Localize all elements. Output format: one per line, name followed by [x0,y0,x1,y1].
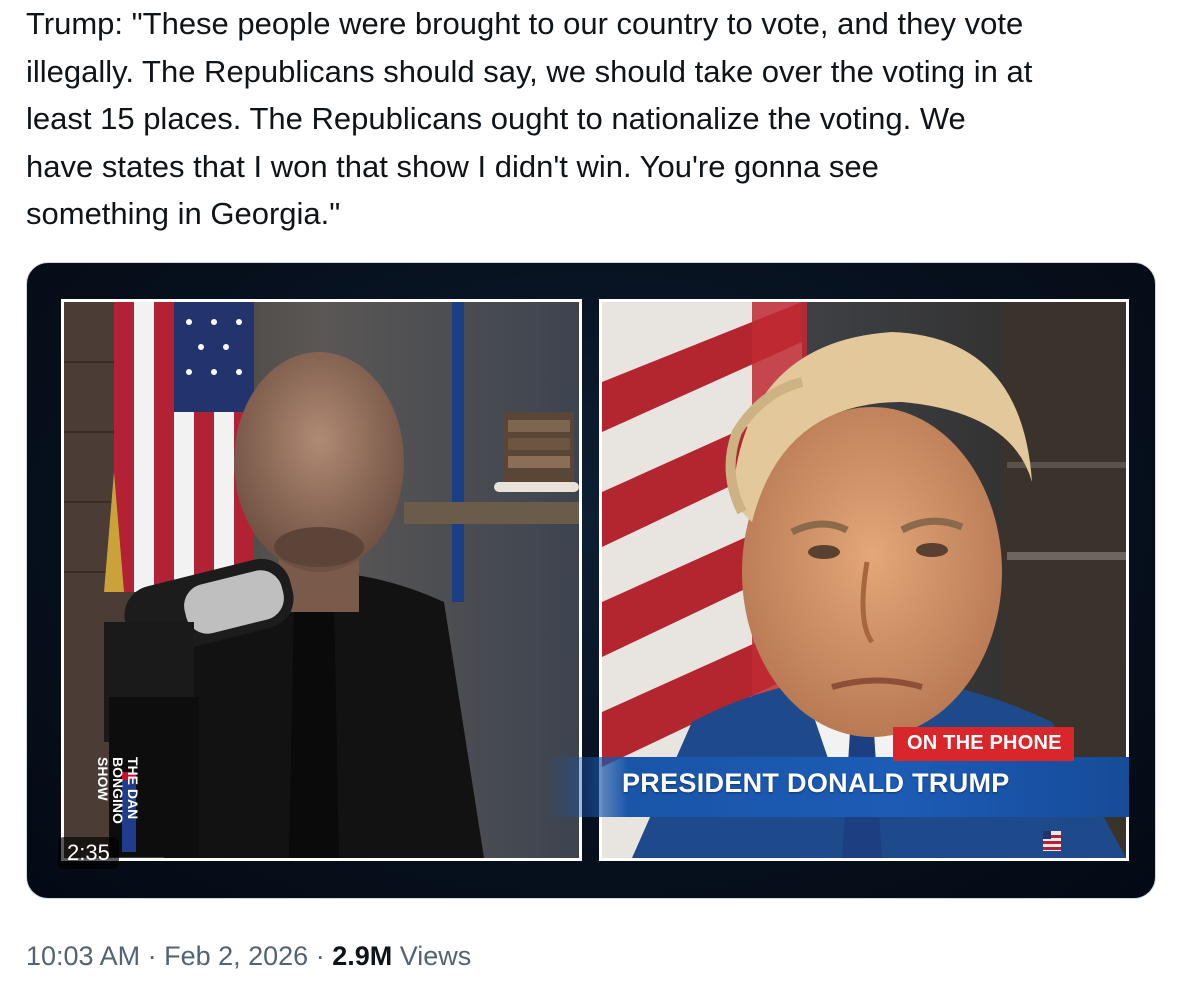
separator: · [308,941,333,971]
views-count: 2.9M [332,941,393,971]
on-the-phone-badge: ON THE PHONE [893,727,1074,761]
host-scene-image [64,302,579,858]
video-duration: 2:35 [58,837,119,869]
tweet-time[interactable]: 10:03 AM [26,941,140,971]
name-banner-text: PRESIDENT DONALD TRUMP [622,768,1010,798]
tweet-metadata: 10:03 AM · Feb 2, 2026 · 2.9M Views [26,936,471,976]
flag-pin-icon [1043,831,1061,851]
tweet-date[interactable]: Feb 2, 2026 [164,941,308,971]
separator: · [140,941,165,971]
video-frame-host: THE DAN BONGINO SHOW [61,299,582,861]
video-player[interactable]: THE DAN BONGINO SHOW ON THE PHONE PRESID… [26,262,1156,899]
views-label: Views [392,941,472,971]
tweet-text: Trump: "These people were brought to our… [26,6,1033,231]
